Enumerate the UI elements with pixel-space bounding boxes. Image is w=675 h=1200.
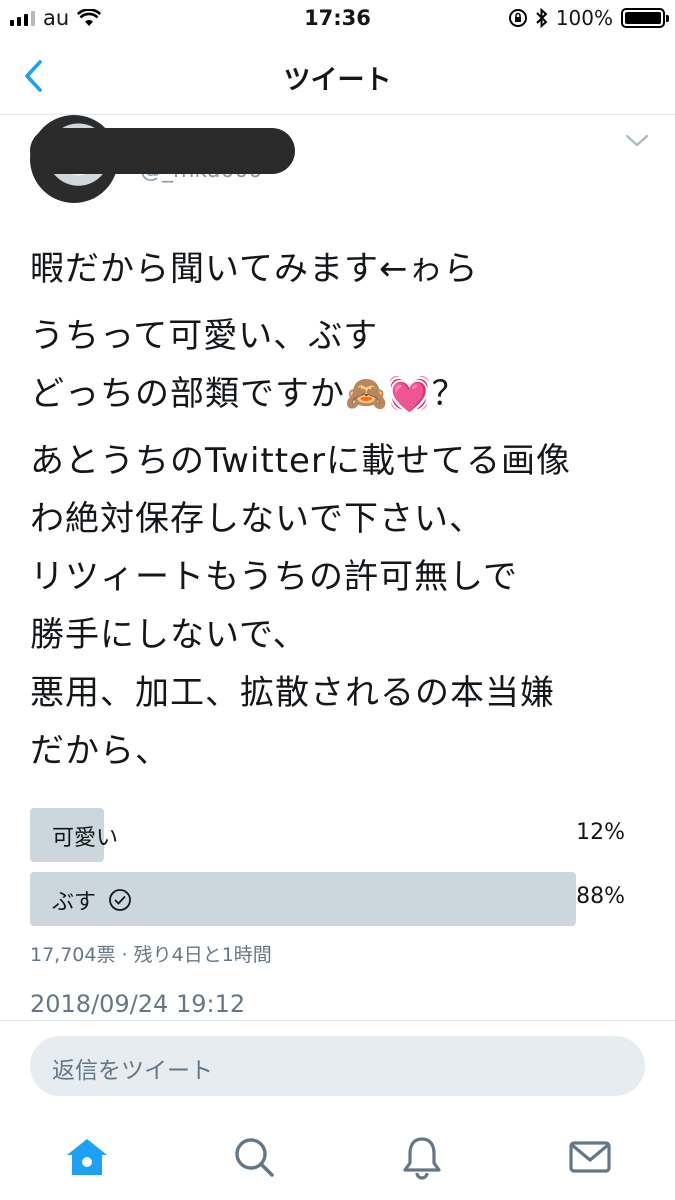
divider: [0, 1020, 675, 1021]
page-title: ツイート: [283, 65, 392, 96]
status-right: 100%: [508, 6, 669, 30]
reply-input[interactable]: 返信をツイート: [30, 1036, 645, 1096]
battery-percent: 100%: [555, 6, 613, 30]
poll-option[interactable]: 可愛い 12%: [30, 808, 630, 862]
nav-bar: ツイート: [0, 38, 675, 115]
tweet-paragraph: あとうちのTwitterに載せてる画像 わ絶対保存しないで下さい、 リツィートも…: [30, 441, 571, 771]
status-bar: au 17:36 100%: [0, 0, 675, 38]
check-circle-icon: [109, 889, 131, 911]
poll-option[interactable]: ぶす 88%: [30, 872, 630, 926]
battery-icon: [621, 8, 669, 28]
tweet-paragraph: 暇だから聞いてみます←ゎら: [30, 249, 479, 289]
bell-icon[interactable]: [398, 1133, 446, 1181]
redacted-name-block: [30, 128, 295, 174]
poll-option-label: 可愛い: [52, 826, 119, 851]
chevron-down-icon[interactable]: [625, 134, 649, 148]
reply-placeholder: 返信をツイート: [52, 1058, 213, 1084]
tab-bar: [0, 1115, 675, 1200]
mail-icon[interactable]: [566, 1133, 614, 1181]
search-icon[interactable]: [230, 1133, 278, 1181]
rotation-lock-icon: [508, 9, 527, 27]
poll-option-percent: 88%: [576, 884, 625, 909]
tweet-timestamp: 2018/09/24 19:12: [30, 990, 246, 1018]
poll-meta: 17,704票 · 残り4日と1時間: [30, 944, 272, 966]
poll: 可愛い 12% ぶす 88%: [30, 808, 630, 936]
tweet-text: 暇だから聞いてみます←ゎら うちって可愛い、ぶす どっちの部類ですか🙈💓？ あと…: [30, 240, 650, 789]
home-icon[interactable]: [63, 1133, 111, 1181]
bluetooth-icon: [536, 8, 548, 28]
tweet-paragraph: うちって可愛い、ぶす どっちの部類ですか🙈💓？: [30, 316, 467, 414]
poll-option-label: ぶす: [52, 890, 97, 915]
poll-option-percent: 12%: [576, 820, 625, 845]
